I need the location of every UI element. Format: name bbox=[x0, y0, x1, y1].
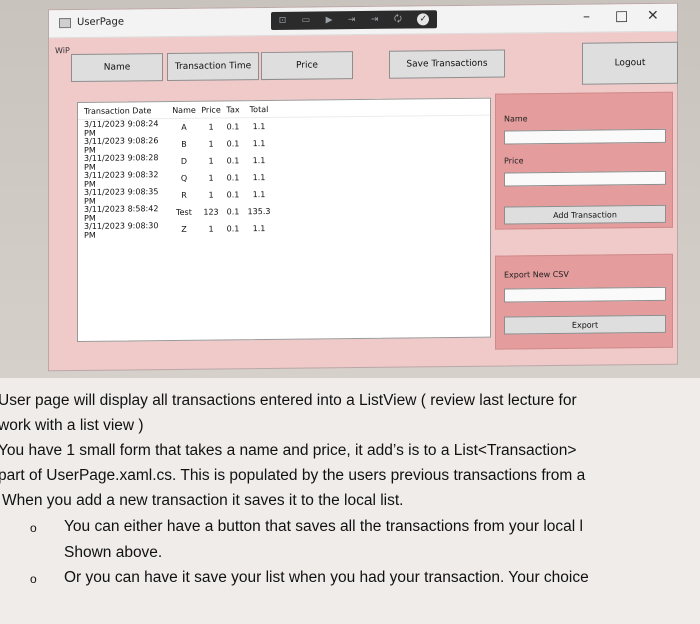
sort-time-button[interactable]: Transaction Time bbox=[167, 52, 259, 82]
app-window: UserPage ⊡ ▭ ▶ ⇥ ⇥ 🗘 ✓ – □ ✕ WiP Name Tr… bbox=[48, 2, 678, 372]
cell-name: B bbox=[181, 139, 187, 149]
cell-tax: 0.1 bbox=[226, 122, 240, 132]
cell-date: 3/11/2023 9:08:32 PM bbox=[84, 169, 159, 189]
assignment-text: User page will display all transactions … bbox=[0, 378, 700, 624]
doc-line: part of UserPage.xaml.cs. This is popula… bbox=[0, 467, 586, 484]
title-bar: UserPage ⊡ ▭ ▶ ⇥ ⇥ 🗘 ✓ – □ ✕ bbox=[49, 3, 677, 39]
bullet-text: Or you can have it save your list when y… bbox=[64, 569, 589, 586]
cell-total: 1.1 bbox=[252, 122, 266, 132]
doc-line: You have 1 small form that takes a name … bbox=[0, 442, 577, 459]
cell-tax: 0.1 bbox=[226, 139, 240, 149]
transactions-listview[interactable]: Transaction Date Name Price Tax Total 3/… bbox=[77, 97, 491, 342]
cell-total: 1.1 bbox=[252, 190, 266, 200]
export-panel: Export New CSV Export bbox=[495, 253, 673, 350]
cell-total: 1.1 bbox=[252, 156, 266, 166]
minimize-button[interactable]: – bbox=[583, 9, 590, 25]
cell-total: 1.1 bbox=[252, 173, 266, 183]
cell-tax: 0.1 bbox=[226, 190, 240, 200]
cell-date: 3/11/2023 9:08:28 PM bbox=[84, 152, 159, 172]
bullet-marker: o bbox=[30, 572, 37, 586]
column-header-name[interactable]: Name bbox=[168, 105, 200, 114]
cell-price: 1 bbox=[208, 139, 214, 149]
cell-price: 1 bbox=[208, 173, 214, 183]
cell-tax: 0.1 bbox=[226, 156, 240, 166]
bullet-marker: o bbox=[30, 521, 37, 535]
cell-price: 123 bbox=[203, 207, 219, 217]
price-label: Price bbox=[504, 156, 524, 166]
close-button[interactable]: ✕ bbox=[647, 8, 659, 24]
column-header-price[interactable]: Price bbox=[200, 105, 222, 114]
cell-total: 135.3 bbox=[247, 206, 271, 217]
cell-price: 1 bbox=[208, 156, 214, 166]
doc-line: work with a list view ) bbox=[0, 417, 144, 434]
cell-total: 1.1 bbox=[252, 139, 266, 149]
partial-label: WiP bbox=[55, 46, 70, 56]
display-layout-icon[interactable]: ▭ bbox=[302, 16, 311, 26]
cell-tax: 0.1 bbox=[226, 224, 240, 234]
cell-name: R bbox=[181, 190, 187, 200]
export-label: Export New CSV bbox=[504, 269, 569, 280]
cell-date: 3/11/2023 9:08:24 PM bbox=[84, 118, 159, 138]
step-icon[interactable]: ⇥ bbox=[348, 15, 356, 25]
price-input[interactable] bbox=[504, 170, 666, 187]
cell-name: A bbox=[181, 122, 187, 132]
cell-tax: 0.1 bbox=[226, 173, 240, 183]
sort-price-button[interactable]: Price bbox=[261, 51, 353, 81]
cell-tax: 0.1 bbox=[226, 207, 240, 217]
debug-toolbar: ⊡ ▭ ▶ ⇥ ⇥ 🗘 ✓ bbox=[271, 10, 437, 30]
column-header-date[interactable]: Transaction Date bbox=[78, 106, 168, 116]
export-button[interactable]: Export bbox=[504, 314, 666, 335]
name-input[interactable] bbox=[504, 128, 666, 145]
cell-date: 3/11/2023 9:08:26 PM bbox=[84, 135, 159, 155]
doc-line: User page will display all transactions … bbox=[0, 392, 577, 409]
cell-name: Z bbox=[181, 224, 187, 234]
cell-date: 3/11/2023 8:58:42 PM bbox=[84, 203, 159, 223]
play-icon[interactable]: ▶ bbox=[326, 15, 333, 25]
cell-price: 1 bbox=[208, 122, 214, 132]
name-label: Name bbox=[504, 114, 528, 124]
bullet-text: Shown above. bbox=[64, 544, 163, 561]
sort-name-button[interactable]: Name bbox=[71, 53, 163, 83]
hot-reload-icon[interactable]: 🗘 bbox=[394, 12, 402, 28]
cell-total: 1.1 bbox=[252, 224, 266, 234]
add-transaction-button[interactable]: Add Transaction bbox=[504, 204, 666, 225]
cell-date: 3/11/2023 9:08:35 PM bbox=[84, 186, 159, 206]
select-element-icon[interactable]: ⊡ bbox=[279, 16, 287, 26]
logout-button[interactable]: Logout bbox=[582, 41, 678, 85]
window-title: UserPage bbox=[77, 16, 125, 28]
cell-price: 1 bbox=[208, 190, 214, 200]
column-header-total[interactable]: Total bbox=[244, 104, 274, 113]
doc-line: When you add a new transaction it saves … bbox=[2, 492, 404, 509]
save-transactions-button[interactable]: Save Transactions bbox=[389, 49, 505, 79]
cell-name: D bbox=[180, 156, 188, 166]
cell-date: 3/11/2023 9:08:30 PM bbox=[84, 220, 159, 240]
column-header-tax[interactable]: Tax bbox=[222, 105, 244, 114]
app-icon bbox=[59, 18, 71, 29]
bullet-text: You can either have a button that saves … bbox=[64, 518, 583, 535]
step-over-icon[interactable]: ⇥ bbox=[371, 15, 379, 25]
cell-price: 1 bbox=[208, 224, 214, 234]
maximize-button[interactable]: □ bbox=[615, 8, 628, 24]
table-row[interactable]: 3/11/2023 9:08:30 PM Z 1 0.1 1.1 bbox=[78, 218, 490, 240]
check-icon[interactable]: ✓ bbox=[417, 13, 430, 26]
cell-name: Q bbox=[180, 173, 188, 183]
cell-name: Test bbox=[176, 207, 192, 217]
export-filename-input[interactable] bbox=[504, 286, 666, 303]
add-transaction-panel: Name Price Add Transaction bbox=[495, 91, 673, 230]
